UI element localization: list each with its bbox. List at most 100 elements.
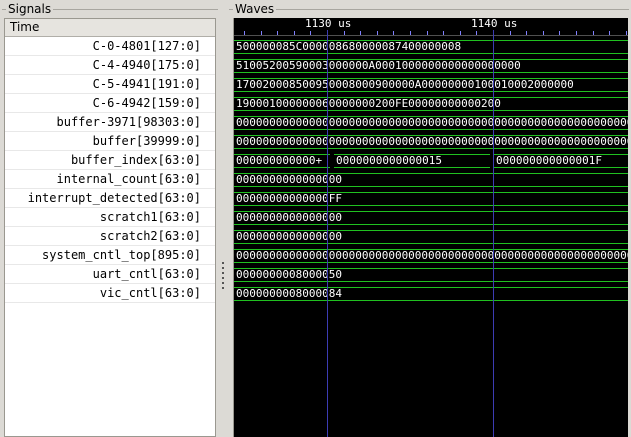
wave-value-text: 0000000000000000000000000000000000000000…: [236, 249, 628, 262]
signal-row[interactable]: buffer-3971[98303:0]: [5, 113, 215, 132]
wave-row[interactable]: 000000000000+ 0000000000000015 00000000000…: [234, 151, 628, 170]
wave-value-segment[interactable]: 190001000000060000000200FE00000000000200: [234, 94, 628, 113]
signal-row[interactable]: C-6-4942[159:0]: [5, 94, 215, 113]
wave-bottom-edge: [234, 243, 628, 244]
signals-rows: C-0-4801[127:0] C-4-4940[175:0] C-5-4941[1…: [5, 37, 215, 303]
wave-value-segment[interactable]: 000000000000001F: [494, 151, 628, 170]
signal-row[interactable]: C-5-4941[191:0]: [5, 75, 215, 94]
pane-splitter-handle[interactable]: [221, 262, 224, 298]
wave-value-segment[interactable]: 0000000000000000: [234, 170, 628, 189]
time-minor-tick: [294, 31, 295, 35]
time-grid-line: [327, 30, 328, 437]
time-minor-tick: [244, 31, 245, 35]
time-minor-tick: [360, 31, 361, 35]
wave-bottom-edge: [234, 186, 628, 187]
time-minor-tick: [609, 31, 610, 35]
wave-row[interactable]: 0000000000000000000000000000000000000000…: [234, 113, 628, 132]
wave-bottom-edge: [494, 167, 628, 168]
time-minor-tick: [261, 31, 262, 35]
wave-value-text: 000000000000001F: [496, 154, 602, 167]
wave-row[interactable]: 0000000000000000: [234, 170, 628, 189]
time-minor-tick: [460, 31, 461, 35]
wave-row[interactable]: 0000000000000000: [234, 208, 628, 227]
signal-row[interactable]: scratch2[63:0]: [5, 227, 215, 246]
wave-value-segment[interactable]: 0000000000000000000000000000000000000000…: [234, 113, 628, 132]
wave-value-text: 190001000000060000000200FE00000000000200: [236, 97, 501, 110]
wave-value-segment[interactable]: 0000000000000000: [234, 208, 628, 227]
time-minor-tick: [310, 31, 311, 35]
wave-row[interactable]: 00000000000000FF: [234, 189, 628, 208]
signals-list[interactable]: Time C-0-4801[127:0] C-4-4940[175:0] C-5-4…: [4, 18, 216, 437]
signal-row[interactable]: buffer[39999:0]: [5, 132, 215, 151]
wave-row[interactable]: 500000085C000008680000087400000008: [234, 37, 628, 56]
wave-value-segment[interactable]: 00000000000000FF: [234, 189, 628, 208]
time-minor-tick: [526, 31, 527, 35]
wave-value-segment[interactable]: 0000000000000000: [234, 227, 628, 246]
wave-row[interactable]: 0000000000000000000000000000000000000000…: [234, 246, 628, 265]
wave-value-text: 170020008500950008000900000A000000001000…: [236, 78, 574, 91]
signal-row[interactable]: uart_cntl[63:0]: [5, 265, 215, 284]
wave-row[interactable]: 0000000008000084: [234, 284, 628, 303]
signal-row[interactable]: buffer_index[63:0]: [5, 151, 215, 170]
time-minor-tick: [576, 31, 577, 35]
signal-row[interactable]: vic_cntl[63:0]: [5, 284, 215, 303]
time-minor-tick: [626, 31, 627, 35]
wave-value-text: 00000000000000FF: [236, 192, 342, 205]
signal-row[interactable]: scratch1[63:0]: [5, 208, 215, 227]
time-minor-tick: [393, 31, 394, 35]
time-minor-tick: [277, 31, 278, 35]
waves-frame-title: Waves: [233, 2, 277, 16]
time-ruler[interactable]: 1130 us 1140 us: [234, 18, 628, 36]
wave-bottom-edge: [234, 167, 330, 168]
time-minor-tick: [410, 31, 411, 35]
signal-row[interactable]: system_cntl_top[895:0]: [5, 246, 215, 265]
signal-row[interactable]: C-4-4940[175:0]: [5, 56, 215, 75]
wave-row[interactable]: 0000000000000000000000000000000000000000…: [234, 132, 628, 151]
time-grid-line: [493, 30, 494, 437]
wave-value-segment[interactable]: 0000000000000000000000000000000000000000…: [234, 246, 628, 265]
waves-canvas[interactable]: 1130 us 1140 us 500000085C000008680000087…: [233, 18, 628, 437]
wave-bottom-edge: [234, 224, 628, 225]
wave-row[interactable]: 51005200590003000000A0001000000000000000…: [234, 56, 628, 75]
wave-bottom-edge: [334, 167, 490, 168]
signal-row[interactable]: C-0-4801[127:0]: [5, 37, 215, 56]
wave-row[interactable]: 190001000000060000000200FE00000000000200: [234, 94, 628, 113]
wave-bottom-edge: [234, 205, 628, 206]
wave-value-text: 0000000000000000: [236, 230, 342, 243]
wave-value-text: 0000000000000000: [236, 211, 342, 224]
time-minor-tick: [344, 31, 345, 35]
wave-value-segment[interactable]: 0000000000000000000000000000000000000000…: [234, 132, 628, 151]
time-tick-label: 1130 us: [305, 18, 352, 30]
wave-value-segment[interactable]: 0000000008000084: [234, 284, 628, 303]
time-minor-tick: [427, 31, 428, 35]
wave-bottom-edge: [234, 72, 628, 73]
wave-value-segment[interactable]: 51005200590003000000A0001000000000000000…: [234, 56, 628, 75]
wave-bottom-edge: [234, 281, 628, 282]
signals-time-header[interactable]: Time: [5, 19, 215, 37]
signal-row[interactable]: interrupt_detected[63:0]: [5, 189, 215, 208]
time-minor-tick: [377, 31, 378, 35]
wave-value-text: 0000000000000000: [236, 173, 342, 186]
wave-value-text: 51005200590003000000A0001000000000000000…: [236, 59, 521, 72]
wave-value-segment[interactable]: 0000000000000015: [334, 151, 490, 170]
wave-row[interactable]: 0000000000000000: [234, 227, 628, 246]
wave-value-segment[interactable]: 500000085C000008680000087400000008: [234, 37, 628, 56]
signals-frame-title: Signals: [6, 2, 54, 16]
wave-value-segment[interactable]: 0000000008000050: [234, 265, 628, 284]
waves-frame-border: [229, 9, 629, 10]
time-tick-label: 1140 us: [471, 18, 518, 30]
wave-value-segment[interactable]: 000000000000+: [234, 151, 330, 170]
wave-value-segment[interactable]: 170020008500950008000900000A000000001000…: [234, 75, 628, 94]
time-minor-tick: [559, 31, 560, 35]
signal-row[interactable]: internal_count[63:0]: [5, 170, 215, 189]
wave-value-text: 0000000000000000000000000000000000000000…: [236, 135, 628, 148]
wave-row[interactable]: 170020008500950008000900000A000000001000…: [234, 75, 628, 94]
wave-bottom-edge: [234, 53, 628, 54]
wave-bottom-edge: [234, 129, 628, 130]
time-minor-tick: [593, 31, 594, 35]
wave-bottom-edge: [234, 262, 628, 263]
wave-bottom-edge: [234, 91, 628, 92]
wave-row[interactable]: 0000000008000050: [234, 265, 628, 284]
wave-value-text: 500000085C000008680000087400000008: [236, 40, 462, 53]
wave-bottom-edge: [234, 110, 628, 111]
